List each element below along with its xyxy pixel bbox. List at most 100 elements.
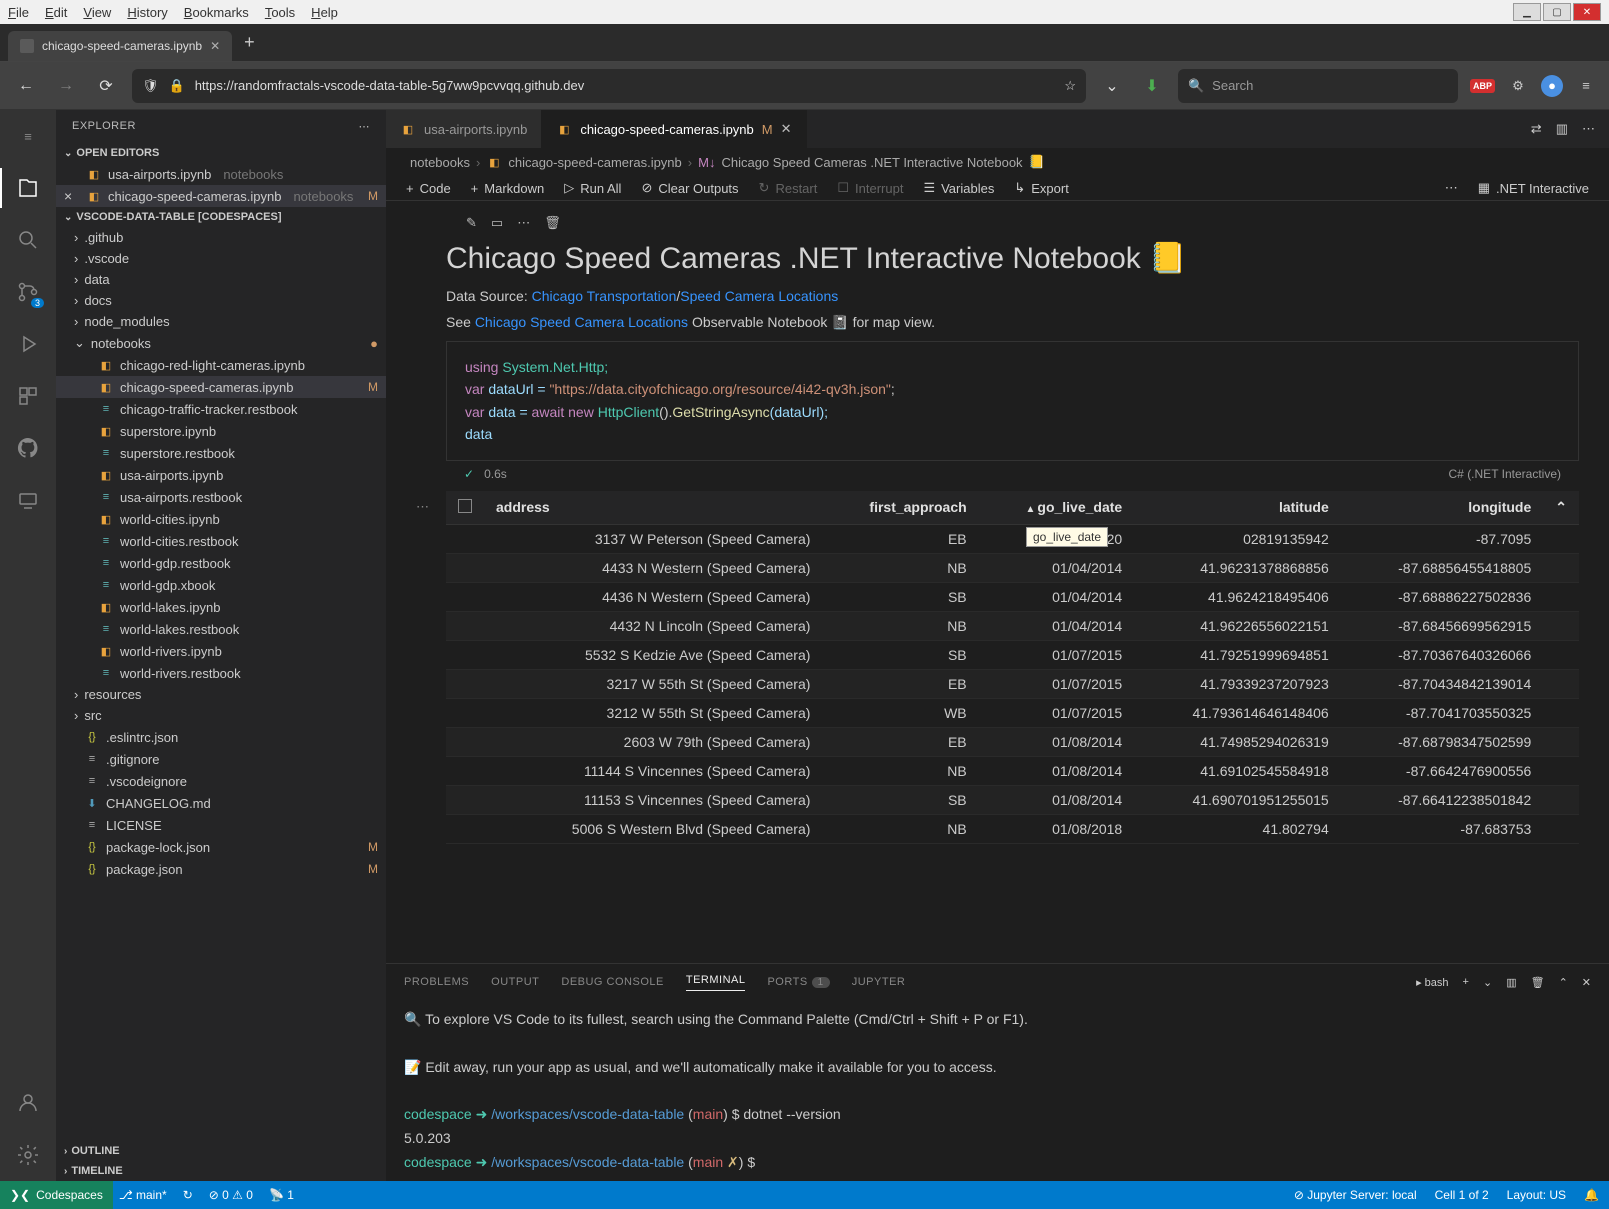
kill-terminal-icon[interactable]: 🗑 bbox=[1531, 976, 1545, 989]
open-editors-header[interactable]: ⌄OPEN EDITORS bbox=[56, 143, 386, 163]
activity-account-icon[interactable] bbox=[14, 1089, 42, 1117]
file-item[interactable]: ◧superstore.ipynb bbox=[56, 420, 386, 442]
shield-icon[interactable]: 🛡 bbox=[142, 78, 159, 94]
open-editor-item[interactable]: × ◧ chicago-speed-cameras.ipynbnotebooks… bbox=[56, 185, 386, 207]
activity-source-control-icon[interactable]: 3 bbox=[14, 278, 42, 306]
split-editor-icon[interactable]: ▥ bbox=[1556, 121, 1568, 137]
downloads-icon[interactable]: ⬇ bbox=[1138, 72, 1166, 100]
col-latitude[interactable]: latitude bbox=[1134, 491, 1341, 525]
file-item[interactable]: ◧world-cities.ipynb bbox=[56, 508, 386, 530]
window-maximize-button[interactable]: ▢ bbox=[1543, 3, 1571, 21]
table-row[interactable]: 3217 W 55th St (Speed Camera)EB01/07/201… bbox=[446, 669, 1579, 698]
status-notifications-icon[interactable]: 🔔 bbox=[1584, 1188, 1599, 1202]
file-item[interactable]: ◧usa-airports.ipynb bbox=[56, 464, 386, 486]
file-item[interactable]: ≡usa-airports.restbook bbox=[56, 486, 386, 508]
terminal-shell-picker[interactable]: ▸ bash bbox=[1416, 976, 1448, 989]
table-row[interactable]: 4433 N Western (Speed Camera)NB01/04/201… bbox=[446, 553, 1579, 582]
status-branch[interactable]: ⎇ main* bbox=[119, 1188, 167, 1202]
panel-tab-debug[interactable]: DEBUG CONSOLE bbox=[561, 976, 663, 988]
file-item[interactable]: ≡world-gdp.xbook bbox=[56, 574, 386, 596]
folder-item[interactable]: › docs bbox=[56, 290, 386, 311]
bookmark-star-icon[interactable]: ☆ bbox=[1064, 78, 1076, 94]
export-button[interactable]: ↳ Export bbox=[1014, 180, 1068, 196]
select-all-checkbox[interactable] bbox=[458, 499, 472, 513]
terminal-dropdown-icon[interactable]: ⌄ bbox=[1483, 976, 1492, 989]
activity-menu-icon[interactable]: ≡ bbox=[14, 122, 42, 150]
code-cell[interactable]: using System.Net.Http; var dataUrl = "ht… bbox=[446, 341, 1579, 461]
table-row[interactable]: 2603 W 79th (Speed Camera)EB01/08/201441… bbox=[446, 727, 1579, 756]
folder-item[interactable]: › .github bbox=[56, 227, 386, 248]
add-markdown-cell-button[interactable]: + Markdown bbox=[471, 181, 545, 196]
file-item[interactable]: ≡superstore.restbook bbox=[56, 442, 386, 464]
more-actions-icon[interactable]: ⋯ bbox=[1582, 121, 1595, 137]
folder-notebooks[interactable]: ⌄ notebooks● bbox=[56, 332, 386, 354]
panel-tab-ports[interactable]: PORTS1 bbox=[767, 976, 829, 988]
notebook-body[interactable]: ✎ ▭ ⋯ 🗑 Chicago Speed Cameras .NET Inter… bbox=[386, 201, 1609, 963]
menu-file[interactable]: File bbox=[8, 5, 29, 20]
table-row[interactable]: 5532 S Kedzie Ave (Speed Camera)SB01/07/… bbox=[446, 640, 1579, 669]
extension-gear-icon[interactable]: ⚙ bbox=[1507, 75, 1529, 97]
activity-debug-icon[interactable] bbox=[14, 330, 42, 358]
timeline-header[interactable]: ›TIMELINE bbox=[56, 1161, 386, 1181]
activity-extensions-icon[interactable] bbox=[14, 382, 42, 410]
hamburger-menu-icon[interactable]: ≡ bbox=[1575, 75, 1597, 97]
pocket-icon[interactable]: ⌄ bbox=[1098, 72, 1126, 100]
col-address[interactable]: address bbox=[484, 491, 822, 525]
activity-search-icon[interactable] bbox=[14, 226, 42, 254]
clear-outputs-button[interactable]: ⊘ Clear Outputs bbox=[641, 180, 738, 196]
compare-changes-icon[interactable]: ⇄ bbox=[1531, 121, 1542, 137]
folder-item[interactable]: › data bbox=[56, 269, 386, 290]
profile-icon[interactable]: ● bbox=[1541, 75, 1563, 97]
run-all-button[interactable]: ▷ Run All bbox=[564, 180, 621, 196]
status-codespaces[interactable]: ❯❮ Codespaces bbox=[0, 1181, 113, 1209]
open-editor-item[interactable]: ◧ usa-airports.ipynbnotebooks bbox=[56, 163, 386, 185]
file-item[interactable]: {}package-lock.jsonM bbox=[56, 836, 386, 858]
file-item[interactable]: {}package.jsonM bbox=[56, 858, 386, 880]
menu-help[interactable]: Help bbox=[311, 5, 338, 20]
panel-tab-output[interactable]: OUTPUT bbox=[491, 976, 539, 988]
panel-tab-terminal[interactable]: TERMINAL bbox=[686, 974, 746, 991]
variables-button[interactable]: ☰ Variables bbox=[923, 180, 994, 196]
kernel-picker[interactable]: ▦ .NET Interactive bbox=[1478, 180, 1589, 196]
workspace-header[interactable]: ⌄VSCODE-DATA-TABLE [CODESPACES] bbox=[56, 207, 386, 227]
col-go-live-date[interactable]: ▲go_live_date bbox=[979, 491, 1135, 525]
menu-edit[interactable]: Edit bbox=[45, 5, 67, 20]
editor-tab-active[interactable]: ◧ chicago-speed-cameras.ipynb M ✕ bbox=[542, 110, 806, 148]
address-bar[interactable]: 🛡 🔒 https://randomfractals-vscode-data-t… bbox=[132, 69, 1086, 103]
outline-header[interactable]: ›OUTLINE bbox=[56, 1141, 386, 1161]
adblock-icon[interactable]: ABP bbox=[1470, 79, 1495, 93]
restart-button[interactable]: ↻ Restart bbox=[759, 180, 818, 196]
interrupt-button[interactable]: ☐ Interrupt bbox=[837, 180, 903, 196]
menu-view[interactable]: View bbox=[83, 5, 111, 20]
table-row[interactable]: 5006 S Western Blvd (Speed Camera)NB01/0… bbox=[446, 814, 1579, 843]
link-chicago-transportation[interactable]: Chicago Transportation bbox=[532, 288, 677, 304]
menu-bookmarks[interactable]: Bookmarks bbox=[184, 5, 249, 20]
folder-item[interactable]: › node_modules bbox=[56, 311, 386, 332]
delete-cell-icon[interactable]: 🗑 bbox=[544, 215, 561, 231]
terminal-output[interactable]: 🔍 To explore VS Code to its fullest, sea… bbox=[386, 1000, 1609, 1181]
collapse-icon[interactable]: ⌃ bbox=[1555, 499, 1567, 515]
nav-forward-button[interactable]: → bbox=[52, 72, 80, 100]
browser-search-bar[interactable]: 🔍 Search bbox=[1178, 69, 1458, 103]
status-ports[interactable]: 📡 1 bbox=[269, 1188, 294, 1202]
col-first-approach[interactable]: first_approach bbox=[822, 491, 978, 525]
activity-remote-icon[interactable] bbox=[14, 486, 42, 514]
table-row[interactable]: 4436 N Western (Speed Camera)SB01/04/201… bbox=[446, 582, 1579, 611]
table-row[interactable]: 3212 W 55th St (Speed Camera)WB01/07/201… bbox=[446, 698, 1579, 727]
sidebar-more-icon[interactable]: ⋯ bbox=[359, 120, 371, 133]
add-code-cell-button[interactable]: + Code bbox=[406, 181, 451, 196]
split-terminal-icon[interactable]: ▥ bbox=[1506, 976, 1516, 989]
file-item[interactable]: ⬇CHANGELOG.md bbox=[56, 792, 386, 814]
table-row[interactable]: 11153 S Vincennes (Speed Camera)SB01/08/… bbox=[446, 785, 1579, 814]
file-item[interactable]: ≡world-rivers.restbook bbox=[56, 662, 386, 684]
close-tab-icon[interactable]: ✕ bbox=[781, 121, 792, 137]
file-item[interactable]: ◧chicago-red-light-cameras.ipynb bbox=[56, 354, 386, 376]
cell-output-more-icon[interactable]: ⋯ bbox=[416, 499, 429, 515]
link-speed-camera-locations[interactable]: Speed Camera Locations bbox=[680, 288, 838, 304]
activity-explorer-icon[interactable] bbox=[14, 174, 42, 202]
close-editor-icon[interactable]: × bbox=[64, 188, 72, 204]
breadcrumb[interactable]: notebooks› ◧chicago-speed-cameras.ipynb›… bbox=[386, 148, 1609, 176]
status-cell-position[interactable]: Cell 1 of 2 bbox=[1435, 1188, 1489, 1202]
panel-tab-jupyter[interactable]: JUPYTER bbox=[852, 976, 906, 988]
table-row[interactable]: 4432 N Lincoln (Speed Camera)NB01/04/201… bbox=[446, 611, 1579, 640]
